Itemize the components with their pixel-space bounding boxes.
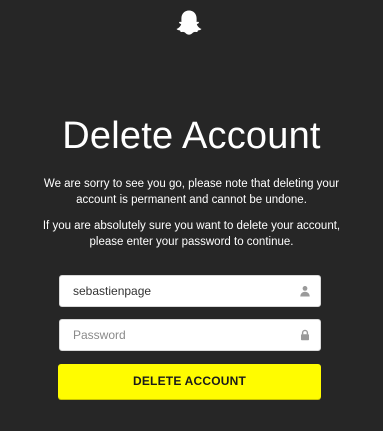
snapchat-ghost-icon xyxy=(174,8,204,38)
username-field[interactable]: sebastienpage xyxy=(59,275,321,307)
confirmation-instructions: If you are absolutely sure you want to d… xyxy=(0,218,383,250)
password-placeholder: Password xyxy=(73,328,126,342)
delete-account-button[interactable]: DELETE ACCOUNT xyxy=(58,364,321,399)
lock-icon xyxy=(299,329,311,341)
farewell-message-line-2: account is permanent and cannot be undon… xyxy=(76,194,307,206)
farewell-message-line-1: We are sorry to see you go, please note … xyxy=(43,178,340,190)
confirmation-instructions-line-2: please enter your password to continue. xyxy=(89,236,294,248)
username-value: sebastienpage xyxy=(73,284,152,298)
confirmation-instructions-line-1: If you are absolutely sure you want to d… xyxy=(42,220,341,232)
user-icon xyxy=(299,285,311,297)
page-title: Delete Account xyxy=(62,115,321,157)
password-field[interactable]: Password xyxy=(59,319,321,351)
farewell-message: We are sorry to see you go, please note … xyxy=(0,176,383,208)
